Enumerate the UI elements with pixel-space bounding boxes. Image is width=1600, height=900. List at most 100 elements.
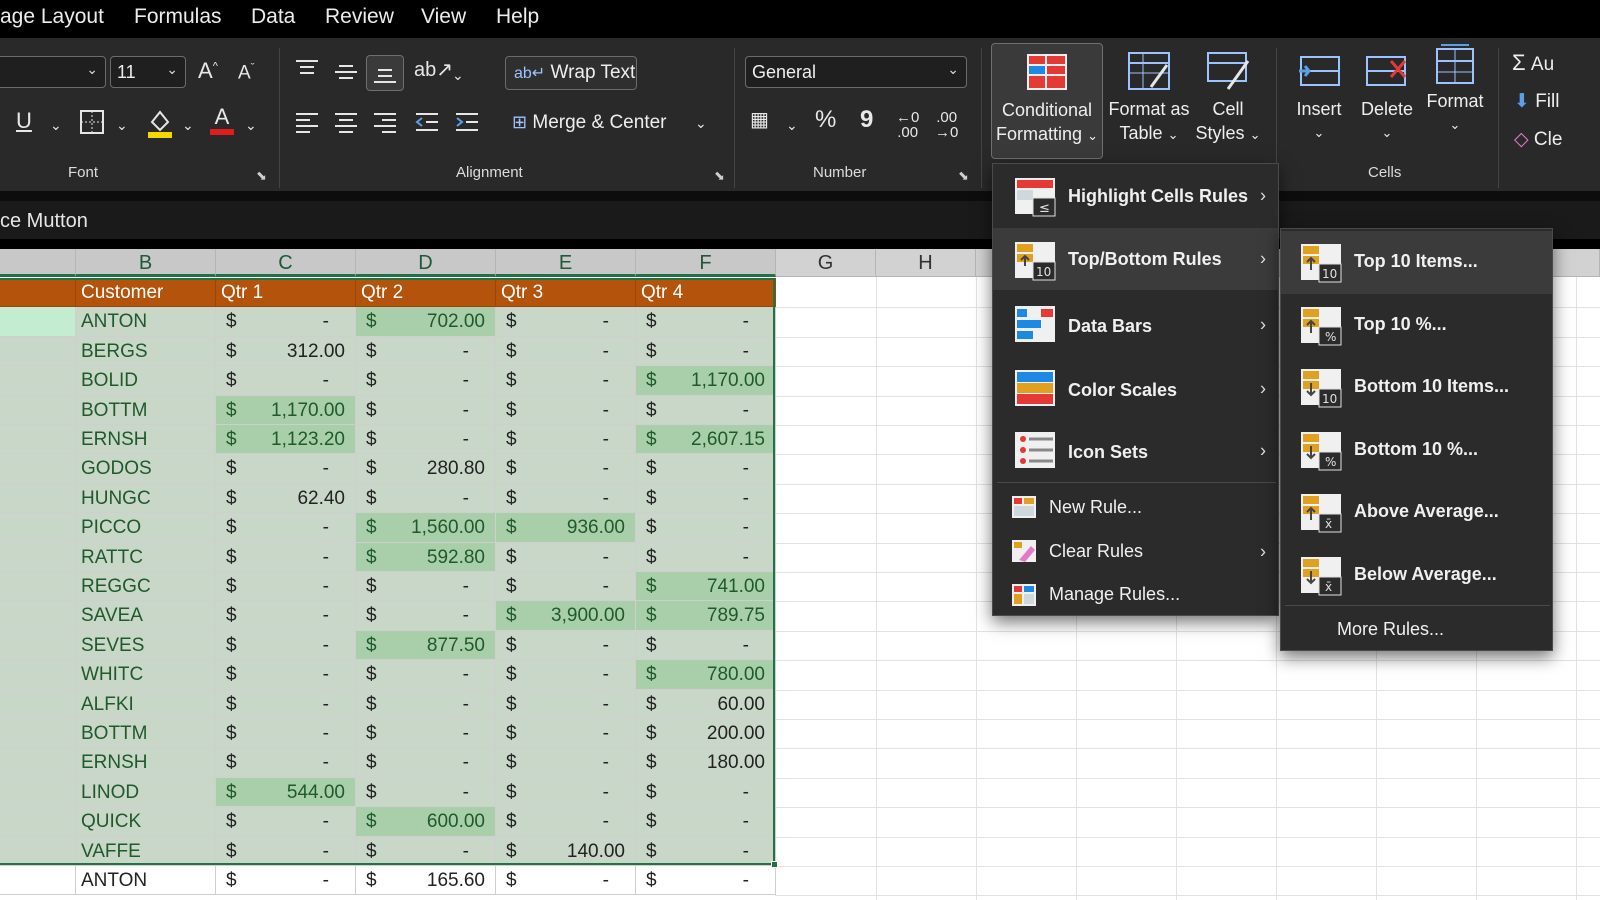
column-header-b[interactable]: B <box>76 249 216 277</box>
qtr-3-cell[interactable]: $140.00 <box>496 836 636 866</box>
qtr-3-cell[interactable]: $ - <box>496 542 636 572</box>
cell-a[interactable] <box>0 395 76 425</box>
qtr-1-cell[interactable]: $ - <box>216 542 356 572</box>
clear-rules-item[interactable]: Clear Rules › <box>993 530 1278 574</box>
customer-cell[interactable]: ANTON <box>76 866 216 896</box>
underline-icon[interactable]: U <box>16 110 32 132</box>
menu-help[interactable]: Help <box>496 5 539 29</box>
cell-a[interactable] <box>0 366 76 396</box>
qtr-1-cell[interactable]: $ - <box>216 807 356 837</box>
accounting-format-icon[interactable]: ▦ <box>750 110 769 130</box>
qtr-1-cell[interactable]: $544.00 <box>216 777 356 808</box>
qtr-2-cell[interactable]: $ - <box>356 601 496 631</box>
align-middle-icon[interactable] <box>333 60 359 88</box>
top-bottom-rules-item[interactable]: 10 Top/Bottom Rules › <box>993 228 1278 290</box>
chevron-down-icon[interactable]: ⌄ <box>116 118 128 132</box>
align-left-icon[interactable] <box>294 110 320 138</box>
merge-center-button[interactable]: ⊞ Merge & Center <box>508 108 671 140</box>
increase-indent-icon[interactable] <box>454 110 480 138</box>
autosum-button[interactable]: Σ Au <box>1512 50 1554 76</box>
qtr-1-cell[interactable]: $312.00 <box>216 336 356 367</box>
cell-a[interactable] <box>0 601 76 631</box>
cell-a[interactable] <box>0 807 76 837</box>
customer-cell[interactable]: ALFKI <box>76 689 216 719</box>
qtr-4-cell[interactable]: $ - <box>636 542 776 572</box>
qtr-2-cell[interactable]: $ - <box>356 425 496 455</box>
qtr-4-cell[interactable]: $780.00 <box>636 660 776 690</box>
qtr-3-cell[interactable]: $ - <box>496 719 636 749</box>
insert-cells-button[interactable]: Insert ⌄ <box>1286 51 1352 145</box>
align-right-icon[interactable] <box>372 110 398 138</box>
qtr-1-cell[interactable]: $ - <box>216 513 356 543</box>
qtr-1-cell[interactable]: $1,170.00 <box>216 395 356 425</box>
chevron-down-icon[interactable]: ⌄ <box>695 116 707 130</box>
wrap-text-button[interactable]: ab↵ Wrap Text <box>505 56 637 90</box>
cell-a[interactable] <box>0 660 76 690</box>
fill-button[interactable]: ⬇ Fill <box>1514 90 1559 113</box>
font-grow-icon[interactable]: A^ <box>198 60 218 82</box>
customer-cell[interactable]: ANTON <box>76 307 216 337</box>
top-bottom-option[interactable]: 10 Bottom 10 Items... <box>1281 356 1552 419</box>
font-size-combo[interactable]: 11 ⌄ <box>110 56 186 88</box>
qtr-4-cell[interactable]: $741.00 <box>636 572 776 602</box>
font-name-combo[interactable]: ⌄ <box>0 56 106 88</box>
cell-a[interactable] <box>0 454 76 484</box>
qtr-2-cell[interactable]: $ - <box>356 660 496 690</box>
orientation-icon[interactable]: ab↗ <box>414 60 453 80</box>
cell-a[interactable] <box>0 307 76 337</box>
manage-rules-item[interactable]: Manage Rules... <box>993 574 1278 616</box>
customer-cell[interactable]: BOTTM <box>76 719 216 749</box>
decrease-indent-icon[interactable] <box>414 110 440 138</box>
column-header-f[interactable]: F <box>636 249 776 277</box>
cell-a[interactable] <box>0 513 76 543</box>
comma-style-icon[interactable]: 9 <box>860 108 873 132</box>
font-color-icon[interactable]: A <box>210 106 234 135</box>
clear-button[interactable]: ◇ Cle <box>1514 128 1562 151</box>
customer-cell[interactable]: BOLID <box>76 366 216 396</box>
alignment-dialog-launcher-icon[interactable]: ⬊ <box>714 168 725 184</box>
cell-a[interactable] <box>0 425 76 455</box>
customer-cell[interactable]: HUNGC <box>76 483 216 514</box>
chevron-down-icon[interactable]: ⌄ <box>245 118 257 132</box>
more-rules-item[interactable]: More Rules... <box>1281 607 1552 651</box>
header-cell-a[interactable] <box>0 278 76 308</box>
qtr-2-cell[interactable]: $ - <box>356 395 496 425</box>
customer-cell[interactable]: SAVEA <box>76 601 216 631</box>
qtr-1-cell[interactable]: $ - <box>216 601 356 631</box>
qtr-1-cell[interactable]: $ - <box>216 719 356 749</box>
qtr-3-cell[interactable]: $ - <box>496 307 636 337</box>
qtr-3-cell[interactable]: $ - <box>496 807 636 837</box>
align-bottom-icon[interactable] <box>366 55 404 91</box>
top-bottom-option[interactable]: % Bottom 10 %... <box>1281 419 1552 482</box>
qtr-2-cell[interactable]: $ - <box>356 689 496 719</box>
qtr-4-cell[interactable]: $ - <box>636 454 776 484</box>
header-cell-qtr-2[interactable]: Qtr 2 <box>356 278 496 308</box>
column-header-e[interactable]: E <box>496 249 636 277</box>
header-cell-qtr-1[interactable]: Qtr 1 <box>216 278 356 308</box>
qtr-1-cell[interactable]: $ - <box>216 660 356 690</box>
fill-handle[interactable] <box>771 861 778 868</box>
qtr-4-cell[interactable]: $ - <box>636 866 776 896</box>
top-bottom-option[interactable]: x̄ Above Average... <box>1281 481 1552 544</box>
icon-sets-item[interactable]: Icon Sets › <box>993 420 1278 482</box>
qtr-4-cell[interactable]: $ - <box>636 630 776 661</box>
cell-a[interactable] <box>0 866 76 896</box>
number-format-combo[interactable]: General ⌄ <box>745 56 967 88</box>
qtr-2-cell[interactable]: $ - <box>356 336 496 367</box>
qtr-2-cell[interactable]: $1,560.00 <box>356 513 496 543</box>
qtr-4-cell[interactable]: $180.00 <box>636 748 776 778</box>
qtr-4-cell[interactable]: $2,607.15 <box>636 425 776 455</box>
qtr-4-cell[interactable]: $ - <box>636 483 776 514</box>
font-dialog-launcher-icon[interactable]: ⬊ <box>256 168 267 184</box>
qtr-4-cell[interactable]: $ - <box>636 807 776 837</box>
qtr-3-cell[interactable]: $ - <box>496 660 636 690</box>
header-cell-qtr-3[interactable]: Qtr 3 <box>496 278 636 308</box>
qtr-3-cell[interactable]: $ - <box>496 454 636 484</box>
menu-page-layout[interactable]: age Layout <box>0 5 104 29</box>
qtr-4-cell[interactable]: $ - <box>636 307 776 337</box>
menu-review[interactable]: Review <box>325 5 394 29</box>
customer-cell[interactable]: LINOD <box>76 777 216 808</box>
qtr-3-cell[interactable]: $ - <box>496 483 636 514</box>
qtr-2-cell[interactable]: $592.80 <box>356 542 496 572</box>
align-center-icon[interactable] <box>333 110 359 138</box>
